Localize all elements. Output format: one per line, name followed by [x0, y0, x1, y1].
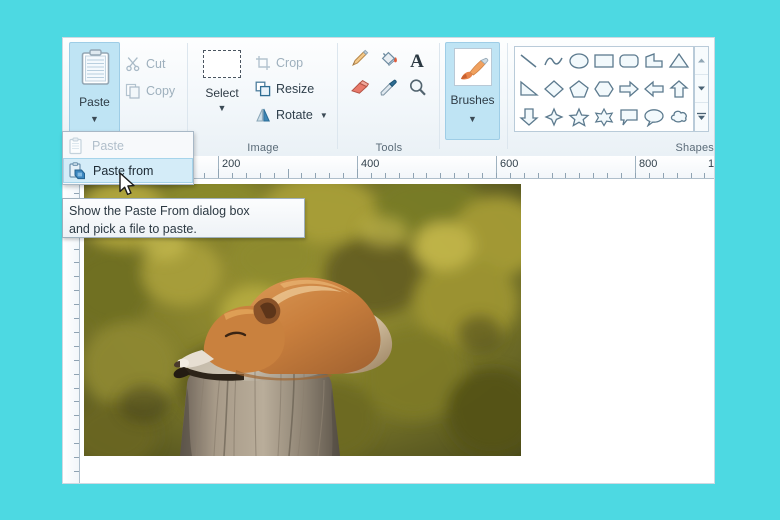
scroll-down-icon[interactable] — [695, 75, 708, 103]
fill-tool-button[interactable] — [375, 48, 401, 74]
color-picker-icon — [378, 77, 399, 103]
expand-gallery-icon[interactable] — [695, 103, 708, 131]
rotate-button[interactable]: Rotate ▼ — [255, 104, 328, 126]
ribbon-group-tools: A Tools — [338, 38, 440, 156]
ruler-label-600: 600 — [500, 158, 519, 170]
scissors-icon — [125, 56, 141, 72]
pencil-icon — [349, 48, 370, 74]
resize-icon — [255, 81, 271, 97]
crop-icon — [255, 55, 271, 71]
ruler-label-1000: 10 — [708, 158, 714, 170]
tooltip-line-2: and pick a file to paste. — [69, 222, 197, 236]
hexagon-shape[interactable] — [591, 75, 616, 102]
line-shape[interactable] — [516, 47, 541, 74]
diamond-shape[interactable] — [541, 75, 566, 102]
ruler-label-800: 800 — [639, 158, 658, 170]
ribbon-group-image: Select ▼ Crop Resize Rotate ▼ Image — [188, 38, 338, 156]
magnifier-icon — [407, 77, 428, 103]
menu-item-paste-label: Paste — [92, 138, 124, 153]
resize-button[interactable]: Resize — [255, 78, 314, 100]
ruler-label-200: 200 — [222, 158, 241, 170]
tooltip: Show the Paste From dialog box and pick … — [62, 198, 305, 238]
select-button-label: Select — [205, 86, 239, 100]
paste-from-icon — [68, 161, 86, 180]
text-tool-icon: A — [410, 50, 424, 72]
paste-button-caret[interactable]: ▼ — [70, 115, 119, 124]
shapes-gallery[interactable] — [514, 46, 694, 132]
brushes-button[interactable]: Brushes ▼ — [445, 42, 500, 140]
paste-button[interactable]: Paste ▼ — [69, 42, 120, 139]
dashed-rectangle-icon — [203, 50, 241, 78]
four-point-star-shape[interactable] — [541, 103, 566, 130]
cut-button[interactable]: Cut — [125, 53, 165, 75]
brushes-button-label: Brushes — [450, 93, 495, 107]
group-label-image: Image — [247, 142, 279, 154]
five-point-star-shape[interactable] — [566, 103, 591, 130]
right-arrow-shape[interactable] — [616, 75, 641, 102]
oval-shape[interactable] — [566, 47, 591, 74]
down-arrow-shape[interactable] — [516, 103, 541, 130]
cut-button-label: Cut — [146, 57, 166, 71]
select-button[interactable]: Select ▼ — [194, 44, 250, 140]
crop-button[interactable]: Crop — [255, 52, 303, 74]
scroll-up-icon[interactable] — [695, 47, 708, 75]
brushes-button-caret[interactable]: ▼ — [446, 115, 499, 124]
triangle-shape[interactable] — [666, 47, 691, 74]
menu-item-paste[interactable]: Paste — [63, 133, 193, 158]
pencil-tool-button[interactable] — [346, 48, 372, 74]
rotate-icon — [255, 107, 271, 123]
rotate-caret-icon[interactable]: ▼ — [320, 111, 328, 120]
copy-button-label: Copy — [146, 84, 176, 98]
clipboard-icon — [81, 49, 110, 86]
paintbrush-icon — [454, 48, 492, 86]
tooltip-line-1: Show the Paste From dialog box — [69, 204, 250, 218]
group-label-shapes: Shapes — [675, 142, 714, 154]
curve-shape[interactable] — [541, 47, 566, 74]
text-tool-button[interactable]: A — [404, 48, 430, 74]
magnifier-tool-button[interactable] — [404, 77, 430, 103]
copy-button[interactable]: Copy — [125, 80, 175, 102]
six-point-star-shape[interactable] — [591, 103, 616, 130]
rotate-button-label: Rotate — [276, 108, 313, 122]
crop-button-label: Crop — [276, 56, 304, 70]
up-arrow-shape[interactable] — [666, 75, 691, 102]
paint-application-window: Paste ▼ Cut Copy Select ▼ Crop Resize Ro… — [63, 38, 714, 483]
oval-callout-shape[interactable] — [641, 103, 666, 130]
shapes-gallery-scrollbar[interactable] — [694, 46, 709, 132]
rounded-callout-shape[interactable] — [616, 103, 641, 130]
rectangle-shape[interactable] — [591, 47, 616, 74]
ribbon-group-shapes: Shapes — [508, 38, 714, 156]
pentagon-shape[interactable] — [566, 75, 591, 102]
color-picker-tool-button[interactable] — [375, 77, 401, 103]
rounded-rectangle-shape[interactable] — [616, 47, 641, 74]
copy-icon — [125, 83, 141, 99]
group-label-tools: Tools — [375, 142, 403, 154]
screenshot-root: Paste ▼ Cut Copy Select ▼ Crop Resize Ro… — [0, 0, 780, 520]
fill-bucket-icon — [378, 48, 399, 74]
right-triangle-shape[interactable] — [516, 75, 541, 102]
mouse-pointer — [118, 172, 138, 203]
ribbon-group-brushes: Brushes ▼ — [440, 38, 508, 156]
left-arrow-shape[interactable] — [641, 75, 666, 102]
cloud-callout-shape[interactable] — [666, 103, 691, 130]
select-button-caret[interactable]: ▼ — [194, 104, 250, 113]
paste-button-label: Paste — [79, 95, 110, 109]
eraser-icon — [349, 77, 370, 103]
polygon-shape[interactable] — [641, 47, 666, 74]
resize-button-label: Resize — [276, 82, 315, 96]
eraser-tool-button[interactable] — [346, 77, 372, 103]
clipboard-icon — [67, 137, 85, 155]
ruler-label-400: 400 — [361, 158, 380, 170]
